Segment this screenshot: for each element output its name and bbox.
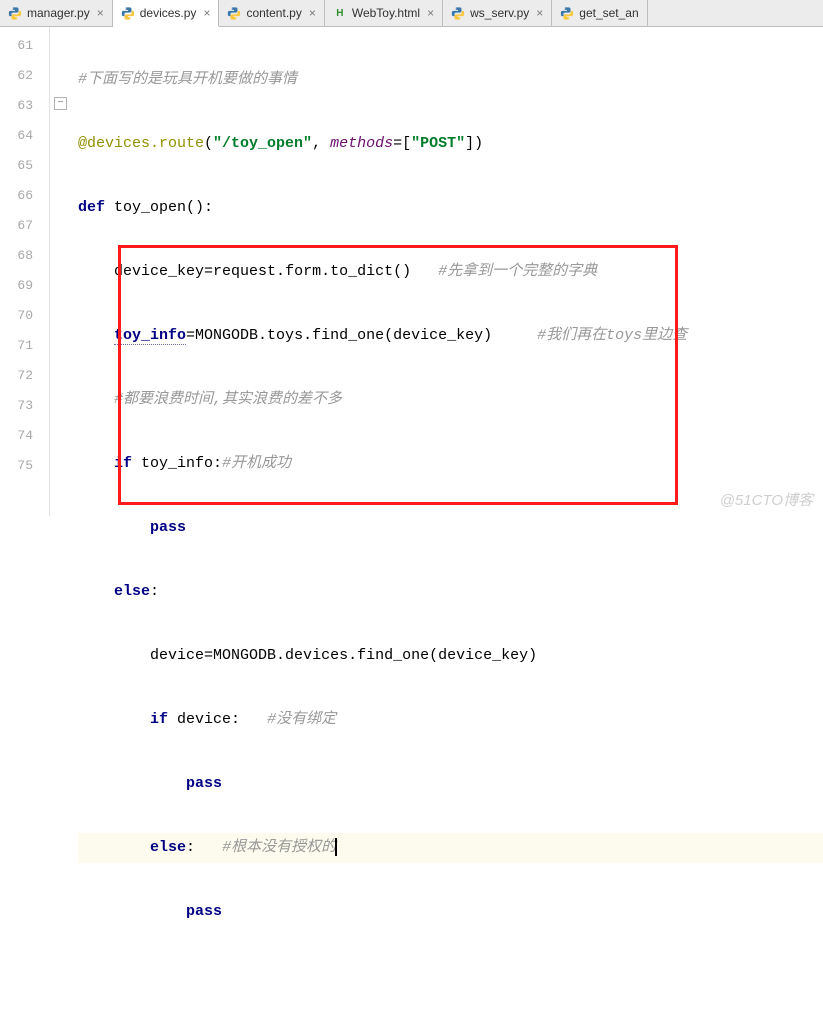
comment: #下面写的是玩具开机要做的事情 bbox=[78, 71, 297, 88]
tab-manager-py[interactable]: manager.py × bbox=[0, 0, 113, 26]
tab-bar: manager.py × devices.py × content.py × H… bbox=[0, 0, 823, 27]
code-line[interactable] bbox=[78, 961, 823, 991]
line-number: 73 bbox=[0, 391, 49, 421]
tab-devices-py[interactable]: devices.py × bbox=[113, 0, 220, 27]
editor: 61 62 63 64 65 66 67 68 69 70 71 72 73 7… bbox=[0, 27, 823, 516]
comment: #没有绑定 bbox=[267, 711, 336, 728]
line-gutter: 61 62 63 64 65 66 67 68 69 70 71 72 73 7… bbox=[0, 27, 50, 516]
code-line[interactable]: device=MONGODB.devices.find_one(device_k… bbox=[78, 641, 823, 671]
code-line[interactable]: else: #根本没有授权的 bbox=[78, 833, 823, 863]
watermark: @51CTO博客 bbox=[720, 489, 813, 510]
code-line[interactable]: #下面写的是玩具开机要做的事情 bbox=[78, 65, 823, 95]
code-area[interactable]: #下面写的是玩具开机要做的事情 @devices.route("/toy_ope… bbox=[78, 27, 823, 516]
keyword: pass bbox=[150, 519, 186, 536]
tab-ws-serv-py[interactable]: ws_serv.py × bbox=[443, 0, 552, 26]
tab-label: get_set_an bbox=[579, 6, 638, 20]
fold-toggle-icon[interactable]: − bbox=[54, 97, 67, 110]
string: "POST" bbox=[411, 135, 465, 152]
line-number: 71 bbox=[0, 331, 49, 361]
python-icon bbox=[121, 6, 135, 20]
line-number: 62 bbox=[0, 61, 49, 91]
decorator: @devices.route bbox=[78, 135, 204, 152]
line-number: 74 bbox=[0, 421, 49, 451]
code-line[interactable]: if device: #没有绑定 bbox=[78, 705, 823, 735]
line-number: 66 bbox=[0, 181, 49, 211]
keyword: else bbox=[114, 583, 150, 600]
code-line[interactable]: device_key=request.form.to_dict() #先拿到一个… bbox=[78, 257, 823, 287]
tab-content-py[interactable]: content.py × bbox=[219, 0, 324, 26]
code-line[interactable]: pass bbox=[78, 897, 823, 927]
line-number: 72 bbox=[0, 361, 49, 391]
python-icon bbox=[560, 6, 574, 20]
keyword: else bbox=[150, 839, 186, 856]
tab-label: ws_serv.py bbox=[470, 6, 529, 20]
line-number: 69 bbox=[0, 271, 49, 301]
code-line[interactable]: else: bbox=[78, 577, 823, 607]
line-number: 64 bbox=[0, 121, 49, 151]
line-number: 63 bbox=[0, 91, 49, 121]
code-line[interactable]: @devices.route("/toy_open", methods=["PO… bbox=[78, 129, 823, 159]
code-line[interactable]: def toy_open(): bbox=[78, 193, 823, 223]
keyword: if bbox=[114, 455, 141, 472]
comment: #根本没有授权的 bbox=[222, 839, 336, 856]
line-number: 61 bbox=[0, 31, 49, 61]
keyword: def bbox=[78, 199, 114, 216]
tab-get-set-an[interactable]: get_set_an bbox=[552, 0, 647, 26]
close-icon[interactable]: × bbox=[97, 6, 104, 20]
close-icon[interactable]: × bbox=[203, 6, 210, 20]
code-line[interactable]: #都要浪费时间,其实浪费的差不多 bbox=[78, 385, 823, 415]
code-line[interactable]: if toy_info:#开机成功 bbox=[78, 449, 823, 479]
python-icon bbox=[8, 6, 22, 20]
comment: #先拿到一个完整的字典 bbox=[438, 263, 597, 280]
text-cursor bbox=[335, 838, 337, 856]
python-icon bbox=[227, 6, 241, 20]
code-line[interactable]: toy_info=MONGODB.toys.find_one(device_ke… bbox=[78, 321, 823, 351]
keyword: pass bbox=[186, 775, 222, 792]
tab-webtoy-html[interactable]: H WebToy.html × bbox=[325, 0, 443, 26]
python-icon bbox=[451, 6, 465, 20]
close-icon[interactable]: × bbox=[427, 6, 434, 20]
line-number: 65 bbox=[0, 151, 49, 181]
line-number: 68 bbox=[0, 241, 49, 271]
keyword: pass bbox=[186, 903, 222, 920]
string: "/toy_open" bbox=[213, 135, 312, 152]
line-number: 75 bbox=[0, 451, 49, 481]
close-icon[interactable]: × bbox=[536, 6, 543, 20]
tab-label: manager.py bbox=[27, 6, 90, 20]
code-line[interactable]: pass bbox=[78, 513, 823, 543]
code-line[interactable]: pass bbox=[78, 769, 823, 799]
line-number: 70 bbox=[0, 301, 49, 331]
comment: #开机成功 bbox=[222, 455, 291, 472]
comment: #我们再在toys里边查 bbox=[537, 327, 687, 344]
fold-column: − bbox=[50, 27, 78, 516]
comment: #都要浪费时间,其实浪费的差不多 bbox=[114, 391, 342, 408]
keyword: if bbox=[150, 711, 177, 728]
tab-label: content.py bbox=[246, 6, 301, 20]
tab-label: devices.py bbox=[140, 6, 197, 20]
close-icon[interactable]: × bbox=[309, 6, 316, 20]
html-icon: H bbox=[333, 6, 347, 20]
tab-label: WebToy.html bbox=[352, 6, 420, 20]
line-number: 67 bbox=[0, 211, 49, 241]
